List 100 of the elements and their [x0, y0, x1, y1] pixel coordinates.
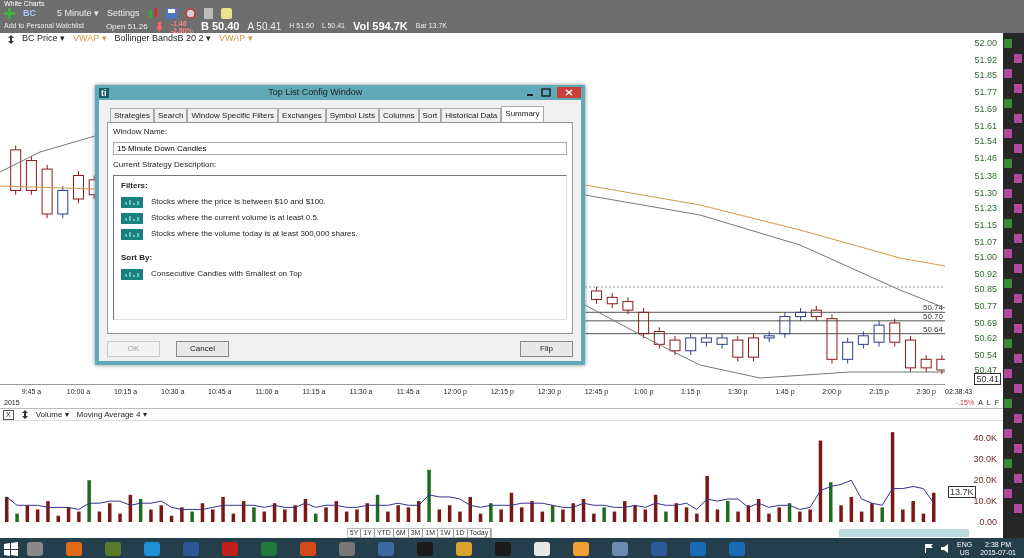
candlestick	[826, 313, 838, 365]
axis-label: 51.46	[974, 152, 997, 165]
speaker-icon[interactable]	[941, 544, 949, 553]
filter-icon	[121, 268, 143, 280]
windows-logo-icon[interactable]	[4, 541, 18, 556]
candlestick	[57, 185, 69, 219]
candlestick	[700, 333, 712, 347]
bar	[77, 511, 81, 522]
sort-icon[interactable]	[21, 410, 28, 419]
axis-label: 51.69	[974, 103, 997, 116]
sort-icon[interactable]	[8, 34, 14, 44]
bar	[623, 501, 627, 522]
bar	[520, 507, 524, 522]
axis-label: 30.0K	[973, 453, 997, 466]
tab[interactable]: Historical Data	[441, 108, 502, 122]
candlestick	[873, 320, 885, 347]
filter-icon	[121, 228, 143, 240]
bar	[726, 501, 730, 522]
note-icon[interactable]	[220, 8, 232, 19]
settings-menu[interactable]: Settings	[107, 6, 140, 21]
tab[interactable]: Summary	[501, 106, 544, 122]
maximize-icon[interactable]	[538, 87, 554, 98]
axis-label: 51.00	[974, 250, 997, 263]
price-level-label: 50.64	[922, 324, 943, 334]
window-name-field[interactable]: 15 Minute Down Candles	[113, 142, 567, 155]
bid-price: B 50.40	[200, 19, 240, 35]
dialog-button[interactable]: Cancel	[176, 341, 229, 357]
sort-description: Consecutive Candles with Smallest on Top	[151, 268, 303, 280]
indicator-dropdown[interactable]: BC Price ▾	[22, 32, 65, 46]
flag-icon[interactable]	[925, 544, 933, 553]
filter-icon	[121, 212, 143, 224]
tab[interactable]: Symbol Lists	[325, 108, 380, 122]
tab[interactable]: Window Specific Filters	[187, 108, 279, 122]
axis-label: 0.00	[979, 516, 997, 528]
candlestick	[653, 326, 665, 350]
bar	[427, 469, 431, 522]
bar	[633, 505, 637, 522]
indicator-dropdown[interactable]: Volume ▾	[35, 408, 69, 421]
document-icon[interactable]	[203, 8, 213, 19]
bar	[386, 511, 390, 522]
bar	[901, 509, 905, 522]
filter-description: Stocks where the volume today is at least 300,000 shares.	[151, 228, 358, 240]
axis-label: 52.00	[974, 37, 997, 49]
bar	[221, 496, 225, 522]
save-icon[interactable]	[165, 8, 177, 19]
ask-price: A 50.41	[247, 20, 282, 34]
tab[interactable]: Search	[154, 108, 188, 122]
axis-label: 51.07	[974, 235, 997, 248]
candlestick-icon[interactable]	[147, 7, 158, 20]
candlestick	[606, 292, 618, 309]
candlestick	[748, 333, 759, 362]
filter-description: Stocks where the price is between $10 and $100.	[151, 196, 326, 208]
app-logo: ti	[99, 87, 109, 98]
candlestick	[732, 335, 744, 362]
bar	[911, 501, 915, 522]
add-icon[interactable]	[4, 8, 15, 19]
candlestick	[685, 333, 697, 356]
dialog-button[interactable]: Flip	[520, 341, 573, 357]
candlestick	[41, 164, 53, 219]
close-icon[interactable]	[557, 87, 581, 98]
bar	[355, 509, 359, 522]
price-level-label: 50.74	[922, 303, 943, 313]
tab[interactable]: Strategies	[110, 108, 155, 122]
bar	[664, 511, 668, 522]
bar	[293, 505, 297, 522]
scrollbar[interactable]	[839, 528, 969, 537]
field-label: Current Strategy Description:	[113, 159, 218, 171]
tab[interactable]: Sort	[418, 108, 442, 122]
bar	[932, 492, 936, 522]
indicator-dropdown[interactable]: Bollinger BandsB 20 2 ▾	[114, 32, 212, 46]
candlestick	[810, 305, 822, 322]
axis-label: 51.15	[974, 218, 997, 231]
candlestick	[669, 335, 681, 356]
last-price-label: 50.41	[974, 373, 1001, 385]
axis-label: 51.92	[974, 54, 997, 67]
bar	[15, 513, 19, 522]
app-icon[interactable]	[533, 540, 551, 557]
dialog-title: Top List Config Window	[267, 85, 364, 99]
candlestick	[25, 155, 37, 196]
volume-total: Vol 594.7K	[353, 19, 408, 35]
filter-icon	[121, 196, 143, 208]
app-icon[interactable]	[572, 540, 590, 557]
bar	[180, 507, 184, 522]
tab[interactable]: Columns	[379, 108, 419, 122]
axis-label: 51.61	[974, 120, 997, 133]
bar	[798, 511, 802, 522]
bar	[839, 505, 843, 522]
candlestick	[763, 331, 775, 343]
bar	[108, 503, 112, 522]
candlestick	[842, 337, 854, 365]
bar	[314, 513, 318, 522]
candlestick	[638, 307, 650, 339]
open-price: Open 51.26	[105, 20, 148, 33]
bar	[736, 511, 740, 522]
interval-dropdown[interactable]: 5 Minute ▾	[57, 6, 100, 21]
indicator-dropdown[interactable]: Moving Average 4 ▾	[76, 408, 147, 421]
tab[interactable]: Exchanges	[278, 108, 326, 122]
app-icon[interactable]	[455, 540, 473, 557]
down-arrow-icon	[155, 21, 163, 32]
candlestick	[73, 170, 84, 204]
